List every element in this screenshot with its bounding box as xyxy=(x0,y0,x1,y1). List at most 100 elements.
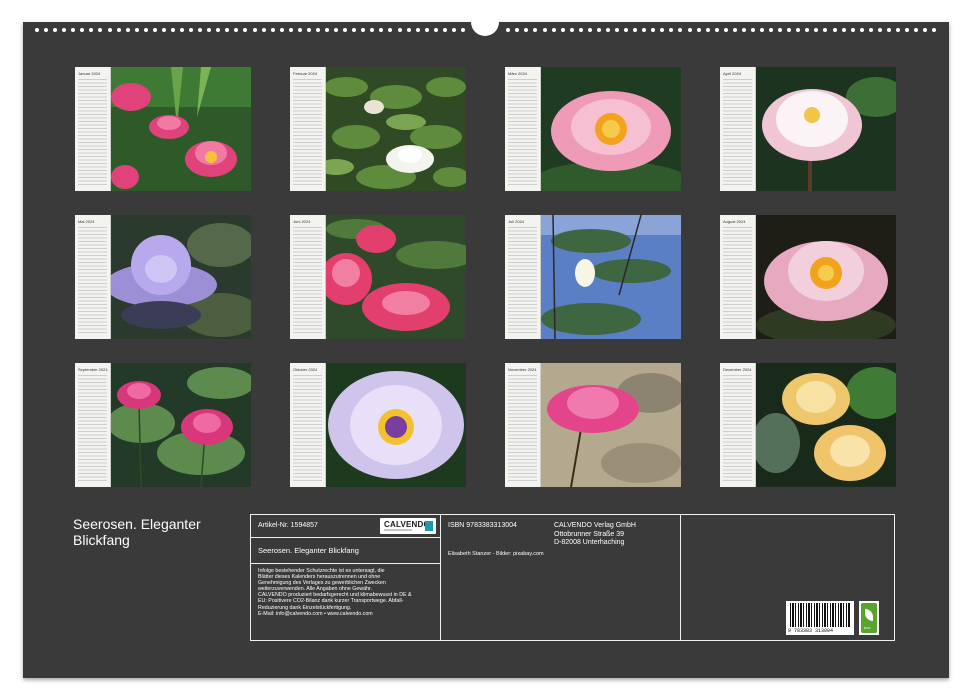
binding-hole xyxy=(62,28,67,32)
binding-hole xyxy=(125,28,130,32)
binding-hole xyxy=(669,28,674,32)
binding-hole xyxy=(560,28,565,32)
info-subtitle: Seerosen. Eleganter Blickfang xyxy=(258,546,359,555)
binding-hole xyxy=(524,28,529,32)
binding-hole xyxy=(433,28,438,32)
water-lily-photo xyxy=(111,215,251,339)
binding-hole xyxy=(116,28,121,32)
binding-hole xyxy=(180,28,184,32)
binding-hole xyxy=(832,28,837,32)
calendar-strip: Januar 2024 xyxy=(75,67,111,191)
binding-hole xyxy=(914,28,919,32)
binding-hole xyxy=(225,28,230,32)
calendar-strip: September 2024 xyxy=(75,363,111,487)
month-label: September 2024 xyxy=(78,367,108,372)
binding-hole xyxy=(714,28,719,32)
calendar-back-cover: Januar 2024 Februar 2024 März 2024 April… xyxy=(23,16,949,678)
month-thumbnail-may: Mai 2024 xyxy=(75,215,251,339)
binding-hole xyxy=(687,28,692,32)
water-lily-photo xyxy=(111,363,251,487)
binding-hole xyxy=(261,28,266,32)
info-panel: Artikel-Nr. 1594857 CALVENDO Seerosen. E… xyxy=(250,514,895,641)
month-thumbnail-september: September 2024 xyxy=(75,363,251,487)
binding-hole xyxy=(352,28,357,32)
binding-hole xyxy=(705,28,710,32)
binding-hole xyxy=(787,28,792,32)
calendar-strip: Dezember 2024 xyxy=(720,363,756,487)
binding-hole xyxy=(325,28,329,32)
binding-hole xyxy=(161,28,166,32)
credits: Elisabeth Stanzer - Bilder: pixabay.com xyxy=(448,551,544,557)
binding-hole xyxy=(288,28,293,32)
binding-hole xyxy=(578,28,583,32)
month-thumbnail-november: November 2024 xyxy=(505,363,681,487)
month-label: November 2024 xyxy=(508,367,537,372)
water-lily-photo xyxy=(541,67,681,191)
legal-line: EU: Positivere CO2-Bilanz dank kurzer Tr… xyxy=(258,598,404,605)
binding-hole xyxy=(841,28,846,32)
month-thumbnail-june: Juni 2024 xyxy=(290,215,466,339)
eco-badge: eco xyxy=(859,601,879,635)
binding-hole xyxy=(279,28,284,32)
month-label: Juli 2024 xyxy=(508,219,525,224)
binding-hole xyxy=(107,28,112,32)
binding-hole xyxy=(642,28,647,32)
binding-hole xyxy=(370,28,375,32)
binding-hole xyxy=(895,28,900,32)
water-lily-photo xyxy=(756,67,896,191)
month-label: August 2024 xyxy=(723,219,746,224)
binding-hole xyxy=(569,28,574,32)
binding-hole xyxy=(53,28,58,32)
month-label: Dezember 2024 xyxy=(723,367,752,372)
binding-hole xyxy=(587,28,592,32)
binding-hole xyxy=(134,28,139,32)
binding-hole xyxy=(406,28,411,32)
binding-hole xyxy=(596,28,601,32)
water-lily-photo xyxy=(326,67,466,191)
binding-hole xyxy=(886,28,891,32)
binding-hole xyxy=(44,28,49,32)
binding-hole xyxy=(270,28,275,32)
binding-hole xyxy=(932,28,937,32)
binding-hole xyxy=(850,28,855,32)
binding-hole xyxy=(451,28,456,32)
binding-hole xyxy=(732,28,737,32)
calendar-strip: März 2024 xyxy=(505,67,541,191)
calendar-strip: August 2024 xyxy=(720,215,756,339)
binding-hole xyxy=(152,28,157,32)
publisher-address: CALVENDO Verlag GmbH Ottobrunner Straße … xyxy=(554,522,636,546)
binding-hole xyxy=(71,28,76,32)
calendar-strip: Juni 2024 xyxy=(290,215,326,339)
calvendo-logo: CALVENDO xyxy=(380,518,436,534)
water-lily-photo xyxy=(756,363,896,487)
month-thumbnail-december: Dezember 2024 xyxy=(720,363,896,487)
calendar-strip: November 2024 xyxy=(505,363,541,487)
binding-hole xyxy=(760,28,764,32)
binding-hole xyxy=(35,28,39,32)
binding-hole xyxy=(98,28,103,32)
binding-hole xyxy=(297,28,302,32)
binding-hole xyxy=(388,28,393,32)
binding-hole xyxy=(533,28,538,32)
binding-hole xyxy=(696,28,701,32)
calendar-strip: April 2024 xyxy=(720,67,756,191)
binding-hole xyxy=(361,28,366,32)
month-thumbnail-july: Juli 2024 xyxy=(505,215,681,339)
month-label: Oktober 2024 xyxy=(293,367,318,372)
binding-hole xyxy=(823,28,828,32)
calendar-strip: Mai 2024 xyxy=(75,215,111,339)
binding-hole xyxy=(741,28,746,32)
month-label: Juni 2024 xyxy=(293,219,311,224)
month-thumbnail-august: August 2024 xyxy=(720,215,896,339)
legal-notice: Infolge bestehender Schutzrechte ist es … xyxy=(258,568,412,617)
water-lily-photo xyxy=(756,215,896,339)
binding-hole xyxy=(506,28,511,32)
month-label: März 2024 xyxy=(508,71,527,76)
binding-hole xyxy=(315,28,320,32)
binding-hole xyxy=(252,28,257,32)
binding-hole xyxy=(397,28,402,32)
binding-hole xyxy=(234,28,239,32)
month-label: Januar 2024 xyxy=(78,71,101,76)
water-lily-photo xyxy=(111,67,251,191)
calendar-strip: Februar 2024 xyxy=(290,67,326,191)
